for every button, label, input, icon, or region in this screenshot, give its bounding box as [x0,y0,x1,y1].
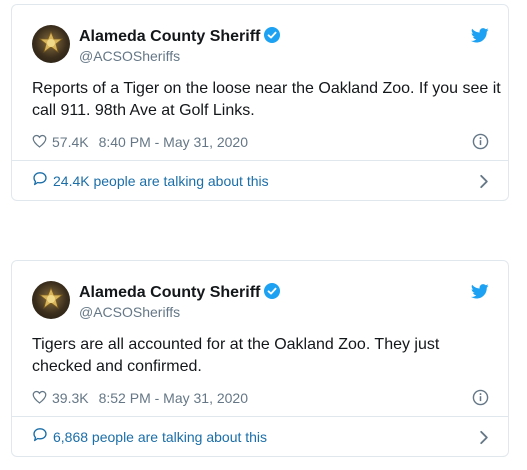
avatar[interactable] [32,25,70,63]
like-count[interactable]: 57.4K [52,134,89,150]
tweet-meta: 57.4K 8:40 PM - May 31, 2020 [32,133,248,151]
info-icon[interactable] [472,389,489,411]
tweet-text: Reports of a Tiger on the loose near the… [32,80,501,119]
talking-about-text[interactable]: 24.4K people are talking about this [53,173,269,189]
tweet-timestamp[interactable]: 8:52 PM - May 31, 2020 [99,390,248,406]
verified-badge-icon [264,283,281,304]
tweet-meta: 39.3K 8:52 PM - May 31, 2020 [32,389,248,407]
tweet-text: Tigers are all accounted for at the Oakl… [32,336,440,375]
talking-about-link[interactable]: 6,868 people are talking about this [12,417,508,456]
author-handle[interactable]: @ACSOSheriffs [79,48,180,64]
talking-about-link[interactable]: 24.4K people are talking about this [12,161,508,200]
author-name-text[interactable]: Alameda County Sheriff [79,284,260,301]
tweet-body[interactable]: Alameda County Sheriff @ACSOSheriffs Rep… [12,5,508,160]
author-name[interactable]: Alameda County Sheriff [79,27,281,48]
heart-icon[interactable] [32,134,47,151]
comment-icon [32,171,48,191]
like-count[interactable]: 39.3K [52,390,89,406]
author-name-text[interactable]: Alameda County Sheriff [79,28,260,45]
verified-badge-icon [264,27,281,48]
tweet-card[interactable]: Alameda County Sheriff @ACSOSheriffs Rep… [11,4,509,201]
chevron-right-icon[interactable] [479,174,489,194]
comment-icon [32,427,48,447]
chevron-right-icon[interactable] [479,430,489,450]
twitter-bird-icon[interactable] [470,284,489,304]
info-icon[interactable] [472,133,489,155]
talking-about-text[interactable]: 6,868 people are talking about this [53,429,267,445]
tweet-body[interactable]: Alameda County Sheriff @ACSOSheriffs Tig… [12,261,508,416]
twitter-bird-icon[interactable] [470,28,489,48]
author-handle[interactable]: @ACSOSheriffs [79,304,180,320]
author-name[interactable]: Alameda County Sheriff [79,283,281,304]
tweet-card[interactable]: Alameda County Sheriff @ACSOSheriffs Tig… [11,260,509,457]
tweet-timestamp[interactable]: 8:40 PM - May 31, 2020 [99,134,248,150]
avatar[interactable] [32,281,70,319]
heart-icon[interactable] [32,390,47,407]
